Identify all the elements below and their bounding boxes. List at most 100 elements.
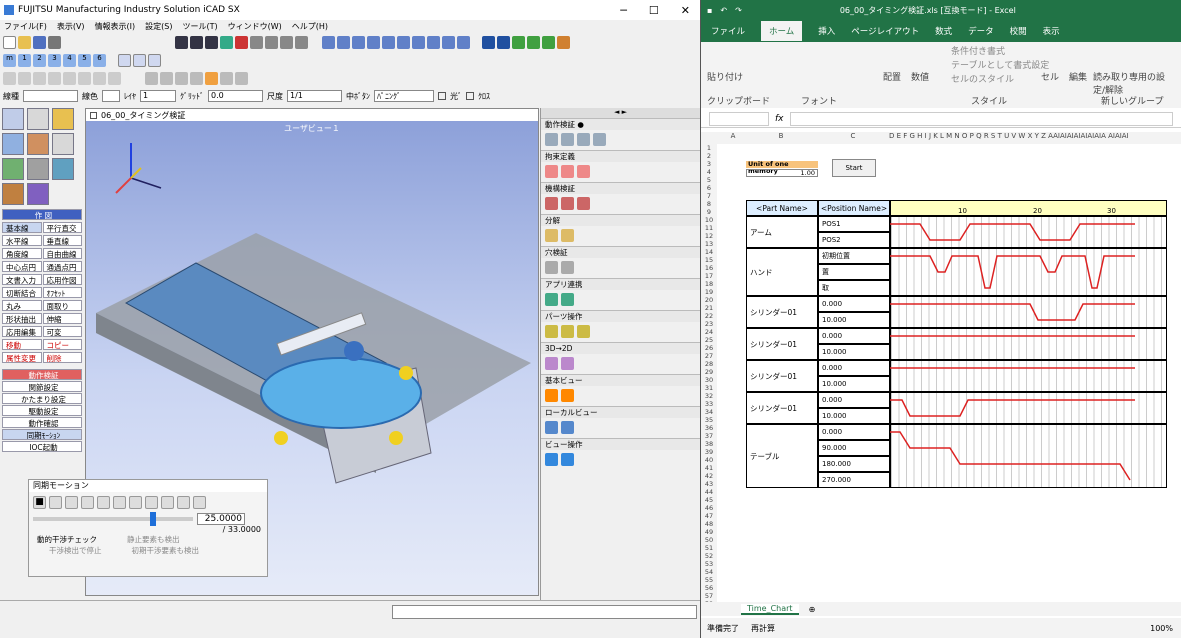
pause-icon[interactable] (113, 496, 126, 509)
cmd-joint[interactable]: 関節設定 (2, 381, 82, 392)
row-number[interactable]: 47 (701, 512, 717, 520)
readonly-button[interactable]: 読み取り専用の設定/解除 (1093, 70, 1173, 96)
loop-icon[interactable] (193, 496, 206, 509)
row-number[interactable]: 5 (701, 176, 717, 184)
draft-tool-icon[interactable] (2, 108, 24, 130)
row-number[interactable]: 48 (701, 520, 717, 528)
tab-view[interactable]: 表示 (1043, 25, 1060, 37)
p15-icon[interactable] (545, 293, 558, 306)
row-number[interactable]: 3 (701, 160, 717, 168)
row-number[interactable]: 44 (701, 488, 717, 496)
cmd-applied-edit[interactable]: 応用編集 (2, 326, 42, 337)
step-back-icon[interactable] (97, 496, 110, 509)
stop-check[interactable]: 干渉検出で停止 (49, 545, 102, 556)
cmd-horizontal[interactable]: 水平線 (2, 235, 42, 246)
row-number[interactable]: 49 (701, 528, 717, 536)
view-back-icon[interactable] (397, 35, 410, 49)
row-number[interactable]: 18 (701, 280, 717, 288)
color-select[interactable] (102, 90, 120, 102)
row-number[interactable]: 28 (701, 360, 717, 368)
row-number[interactable]: 32 (701, 392, 717, 400)
tab-data[interactable]: データ (968, 25, 994, 37)
doc-tab[interactable]: 06_00_タイミング検証 (101, 110, 185, 121)
analysis-tool-icon[interactable] (52, 158, 74, 180)
formula-input[interactable] (789, 111, 1173, 126)
command-input[interactable] (392, 605, 697, 619)
brush-tool-icon[interactable] (27, 183, 49, 205)
dynamic-check[interactable]: 動的干渉チェック (37, 534, 97, 545)
point2-icon[interactable] (160, 71, 173, 85)
cmd-fillet[interactable]: 丸み (2, 300, 42, 311)
row-number[interactable]: 4 (701, 168, 717, 176)
position-cell[interactable]: 0.000 (818, 296, 890, 312)
align-button[interactable]: 配置 (883, 70, 901, 83)
point6-icon[interactable] (235, 71, 248, 85)
back-icon[interactable] (81, 496, 94, 509)
snap5-icon[interactable] (63, 71, 76, 85)
maximize-icon[interactable]: ☐ (649, 4, 659, 17)
dim-tool-icon[interactable] (27, 108, 49, 130)
zoom-tool-icon[interactable] (220, 35, 233, 49)
hidden-icon[interactable] (457, 35, 470, 49)
layer-icon[interactable] (512, 35, 525, 49)
play-icon[interactable] (145, 496, 158, 509)
table-format-button[interactable]: テーブルとして書式設定 (951, 58, 1049, 71)
cmd-vertical[interactable]: 垂直線 (42, 235, 82, 246)
layer-m[interactable]: m (3, 53, 16, 67)
stop-icon[interactable]: ■ (33, 496, 46, 509)
initial-check[interactable]: 初期干渉要素も検出 (132, 545, 200, 556)
part-name-cell[interactable]: ハンド (746, 248, 818, 296)
arrow-up-icon[interactable] (190, 35, 203, 49)
middle-button-select[interactable]: ﾊﾟﾆﾝｸﾞ (374, 90, 434, 102)
cond-format-button[interactable]: 条件付き書式 (951, 44, 1005, 57)
static-check[interactable]: 静止要素も検出 (127, 534, 180, 545)
snap1-icon[interactable] (3, 71, 16, 85)
p26-icon[interactable] (545, 453, 558, 466)
print-icon[interactable] (48, 35, 61, 49)
row-number[interactable]: 56 (701, 584, 717, 592)
row-number[interactable]: 36 (701, 424, 717, 432)
p10-icon[interactable] (577, 197, 590, 210)
p12-icon[interactable] (561, 229, 574, 242)
cmd-stretch[interactable]: 伸縮 (42, 313, 82, 324)
box-tool-icon[interactable] (2, 183, 24, 205)
p14-icon[interactable] (561, 261, 574, 274)
ap-icon[interactable] (205, 71, 218, 85)
position-cell[interactable]: 初期位置 (818, 248, 890, 264)
arrow-right-icon[interactable] (205, 35, 218, 49)
part-name-cell[interactable]: テーブル (746, 424, 818, 488)
cmd-attr-change[interactable]: 属性変更 (2, 352, 42, 363)
p11-icon[interactable] (545, 229, 558, 242)
row-number[interactable]: 23 (701, 320, 717, 328)
row-number[interactable]: 10 (701, 216, 717, 224)
point1-icon[interactable] (145, 71, 158, 85)
row-number[interactable]: 29 (701, 368, 717, 376)
tab-home[interactable]: ホーム (761, 21, 803, 41)
snap8-icon[interactable] (108, 71, 121, 85)
position-cell[interactable]: 置 (818, 264, 890, 280)
layer-1[interactable]: 1 (18, 53, 31, 67)
p9-icon[interactable] (561, 197, 574, 210)
number-button[interactable]: 数値 (911, 70, 929, 83)
viewport-3d[interactable]: 06_00_タイミング検証 ユーザビュー１ 同期モーション ■ 25.0000 … (28, 108, 539, 596)
tab-formula[interactable]: 数式 (935, 25, 952, 37)
snap4-icon[interactable] (48, 71, 61, 85)
step-forward-icon[interactable] (129, 496, 142, 509)
position-cell[interactable]: 0.000 (818, 392, 890, 408)
point4-icon[interactable] (190, 71, 203, 85)
part-tool-icon[interactable] (2, 133, 24, 155)
zoom-fit-icon[interactable] (280, 35, 293, 49)
window2-icon[interactable] (133, 53, 146, 67)
row-number[interactable]: 27 (701, 352, 717, 360)
row-number[interactable]: 43 (701, 480, 717, 488)
menu-window[interactable]: ウィンドウ(W) (228, 21, 282, 32)
solid-tool-icon[interactable] (2, 158, 24, 180)
window-icon[interactable] (118, 53, 131, 67)
tree-tool-icon[interactable] (52, 133, 74, 155)
cmd-text[interactable]: 文書入力 (2, 274, 42, 285)
unit-value[interactable]: 1.00 (746, 169, 818, 177)
row-number[interactable]: 9 (701, 208, 717, 216)
p27-icon[interactable] (561, 453, 574, 466)
redo-icon[interactable]: ↷ (735, 6, 742, 15)
row-number[interactable]: 35 (701, 416, 717, 424)
